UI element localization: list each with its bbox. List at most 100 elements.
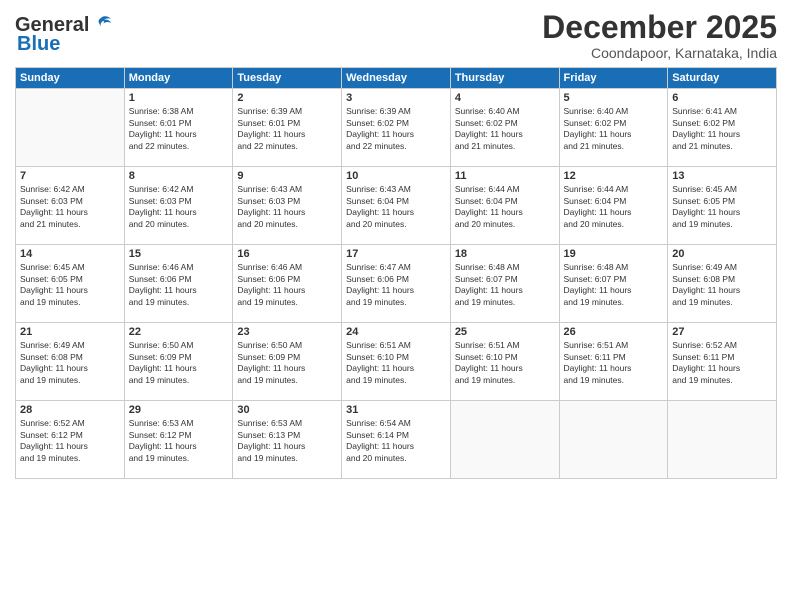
day-number: 8	[129, 170, 229, 182]
calendar-cell: 8 Sunrise: 6:42 AMSunset: 6:03 PMDaylight…	[124, 167, 233, 245]
day-number: 11	[455, 170, 555, 182]
calendar: SundayMondayTuesdayWednesdayThursdayFrid…	[15, 67, 777, 479]
month-title: December 2025	[542, 10, 777, 45]
calendar-cell: 1Sunrise: 6:38 AMSunset: 6:01 PMDaylight…	[124, 89, 233, 167]
calendar-cell: 4 Sunrise: 6:40 AMSunset: 6:02 PMDaylight…	[450, 89, 559, 167]
day-info: Sunrise: 6:43 AMSunset: 6:04 PMDaylight:…	[346, 184, 446, 230]
calendar-cell: 22Sunrise: 6:50 AMSunset: 6:09 PMDayligh…	[124, 323, 233, 401]
day-number: 9	[237, 170, 337, 182]
calendar-cell: 15 Sunrise: 6:46 AMSunset: 6:06 PMDayligh…	[124, 245, 233, 323]
day-number: 7	[20, 170, 120, 182]
day-number: 29	[129, 404, 229, 416]
day-number: 14	[20, 248, 120, 260]
calendar-cell: 2Sunrise: 6:39 AMSunset: 6:01 PMDaylight…	[233, 89, 342, 167]
day-info: Sunrise: 6:46 AMSunset: 6:06 PMDaylight:…	[129, 262, 229, 308]
day-info: Sunrise: 6:51 AMSunset: 6:10 PMDaylight:…	[346, 340, 446, 386]
calendar-cell: 21 Sunrise: 6:49 AMSunset: 6:08 PMDayligh…	[16, 323, 125, 401]
calendar-header-friday: Friday	[559, 68, 668, 89]
calendar-cell: 5 Sunrise: 6:40 AMSunset: 6:02 PMDaylight…	[559, 89, 668, 167]
day-number: 19	[564, 248, 664, 260]
day-info: Sunrise: 6:40 AMSunset: 6:02 PMDaylight:…	[455, 106, 555, 152]
logo-bird-icon	[91, 13, 113, 35]
calendar-cell: 7 Sunrise: 6:42 AMSunset: 6:03 PMDaylight…	[16, 167, 125, 245]
day-number: 3	[346, 92, 446, 104]
calendar-cell: 16Sunrise: 6:46 AMSunset: 6:06 PMDayligh…	[233, 245, 342, 323]
calendar-cell	[450, 401, 559, 479]
day-number: 4	[455, 92, 555, 104]
day-info: Sunrise: 6:40 AMSunset: 6:02 PMDaylight:…	[564, 106, 664, 152]
day-number: 2	[237, 92, 337, 104]
calendar-cell	[16, 89, 125, 167]
calendar-cell	[668, 401, 777, 479]
calendar-cell: 25 Sunrise: 6:51 AMSunset: 6:10 PMDayligh…	[450, 323, 559, 401]
logo-blue: Blue	[17, 33, 60, 56]
day-number: 18	[455, 248, 555, 260]
day-info: Sunrise: 6:53 AMSunset: 6:12 PMDaylight:…	[129, 418, 229, 464]
calendar-cell: 24Sunrise: 6:51 AMSunset: 6:10 PMDayligh…	[342, 323, 451, 401]
day-info: Sunrise: 6:50 AMSunset: 6:09 PMDaylight:…	[129, 340, 229, 386]
calendar-cell: 10 Sunrise: 6:43 AMSunset: 6:04 PMDayligh…	[342, 167, 451, 245]
day-info: Sunrise: 6:52 AMSunset: 6:12 PMDaylight:…	[20, 418, 120, 464]
day-info: Sunrise: 6:48 AMSunset: 6:07 PMDaylight:…	[455, 262, 555, 308]
calendar-cell: 19 Sunrise: 6:48 AMSunset: 6:07 PMDayligh…	[559, 245, 668, 323]
day-info: Sunrise: 6:45 AMSunset: 6:05 PMDaylight:…	[672, 184, 772, 230]
calendar-cell: 28 Sunrise: 6:52 AMSunset: 6:12 PMDayligh…	[16, 401, 125, 479]
day-number: 16	[237, 248, 337, 260]
calendar-week-3: 14Sunrise: 6:45 AMSunset: 6:05 PMDayligh…	[16, 245, 777, 323]
day-number: 25	[455, 326, 555, 338]
day-number: 20	[672, 248, 772, 260]
day-number: 5	[564, 92, 664, 104]
calendar-cell: 9 Sunrise: 6:43 AMSunset: 6:03 PMDaylight…	[233, 167, 342, 245]
calendar-week-5: 28 Sunrise: 6:52 AMSunset: 6:12 PMDayligh…	[16, 401, 777, 479]
day-info: Sunrise: 6:43 AMSunset: 6:03 PMDaylight:…	[237, 184, 337, 230]
day-info: Sunrise: 6:50 AMSunset: 6:09 PMDaylight:…	[237, 340, 337, 386]
day-info: Sunrise: 6:44 AMSunset: 6:04 PMDaylight:…	[455, 184, 555, 230]
day-info: Sunrise: 6:51 AMSunset: 6:10 PMDaylight:…	[455, 340, 555, 386]
day-number: 21	[20, 326, 120, 338]
day-info: Sunrise: 6:53 AMSunset: 6:13 PMDaylight:…	[237, 418, 337, 464]
day-info: Sunrise: 6:42 AMSunset: 6:03 PMDaylight:…	[20, 184, 120, 230]
day-info: Sunrise: 6:52 AMSunset: 6:11 PMDaylight:…	[672, 340, 772, 386]
calendar-header-thursday: Thursday	[450, 68, 559, 89]
calendar-cell: 29 Sunrise: 6:53 AMSunset: 6:12 PMDayligh…	[124, 401, 233, 479]
calendar-week-2: 7 Sunrise: 6:42 AMSunset: 6:03 PMDaylight…	[16, 167, 777, 245]
day-number: 26	[564, 326, 664, 338]
calendar-cell: 12 Sunrise: 6:44 AMSunset: 6:04 PMDayligh…	[559, 167, 668, 245]
day-info: Sunrise: 6:39 AMSunset: 6:02 PMDaylight:…	[346, 106, 446, 152]
logo: General Blue	[15, 14, 113, 56]
calendar-header-monday: Monday	[124, 68, 233, 89]
location-subtitle: Coondapoor, Karnataka, India	[542, 45, 777, 61]
calendar-cell: 23 Sunrise: 6:50 AMSunset: 6:09 PMDayligh…	[233, 323, 342, 401]
calendar-header-row: SundayMondayTuesdayWednesdayThursdayFrid…	[16, 68, 777, 89]
day-number: 30	[237, 404, 337, 416]
calendar-header-wednesday: Wednesday	[342, 68, 451, 89]
calendar-week-4: 21 Sunrise: 6:49 AMSunset: 6:08 PMDayligh…	[16, 323, 777, 401]
calendar-cell: 14Sunrise: 6:45 AMSunset: 6:05 PMDayligh…	[16, 245, 125, 323]
day-info: Sunrise: 6:49 AMSunset: 6:08 PMDaylight:…	[672, 262, 772, 308]
day-number: 15	[129, 248, 229, 260]
day-number: 12	[564, 170, 664, 182]
day-info: Sunrise: 6:47 AMSunset: 6:06 PMDaylight:…	[346, 262, 446, 308]
day-info: Sunrise: 6:41 AMSunset: 6:02 PMDaylight:…	[672, 106, 772, 152]
day-number: 6	[672, 92, 772, 104]
day-number: 10	[346, 170, 446, 182]
calendar-header-tuesday: Tuesday	[233, 68, 342, 89]
calendar-cell: 17 Sunrise: 6:47 AMSunset: 6:06 PMDayligh…	[342, 245, 451, 323]
calendar-cell: 26 Sunrise: 6:51 AMSunset: 6:11 PMDayligh…	[559, 323, 668, 401]
day-info: Sunrise: 6:44 AMSunset: 6:04 PMDaylight:…	[564, 184, 664, 230]
calendar-cell: 11 Sunrise: 6:44 AMSunset: 6:04 PMDayligh…	[450, 167, 559, 245]
calendar-cell: 6 Sunrise: 6:41 AMSunset: 6:02 PMDaylight…	[668, 89, 777, 167]
calendar-cell: 3 Sunrise: 6:39 AMSunset: 6:02 PMDaylight…	[342, 89, 451, 167]
calendar-cell: 13Sunrise: 6:45 AMSunset: 6:05 PMDayligh…	[668, 167, 777, 245]
day-info: Sunrise: 6:42 AMSunset: 6:03 PMDaylight:…	[129, 184, 229, 230]
day-info: Sunrise: 6:54 AMSunset: 6:14 PMDaylight:…	[346, 418, 446, 464]
day-number: 23	[237, 326, 337, 338]
day-info: Sunrise: 6:49 AMSunset: 6:08 PMDaylight:…	[20, 340, 120, 386]
day-number: 17	[346, 248, 446, 260]
day-info: Sunrise: 6:48 AMSunset: 6:07 PMDaylight:…	[564, 262, 664, 308]
day-info: Sunrise: 6:51 AMSunset: 6:11 PMDaylight:…	[564, 340, 664, 386]
day-number: 31	[346, 404, 446, 416]
calendar-cell: 27Sunrise: 6:52 AMSunset: 6:11 PMDayligh…	[668, 323, 777, 401]
calendar-cell: 31 Sunrise: 6:54 AMSunset: 6:14 PMDayligh…	[342, 401, 451, 479]
day-number: 28	[20, 404, 120, 416]
